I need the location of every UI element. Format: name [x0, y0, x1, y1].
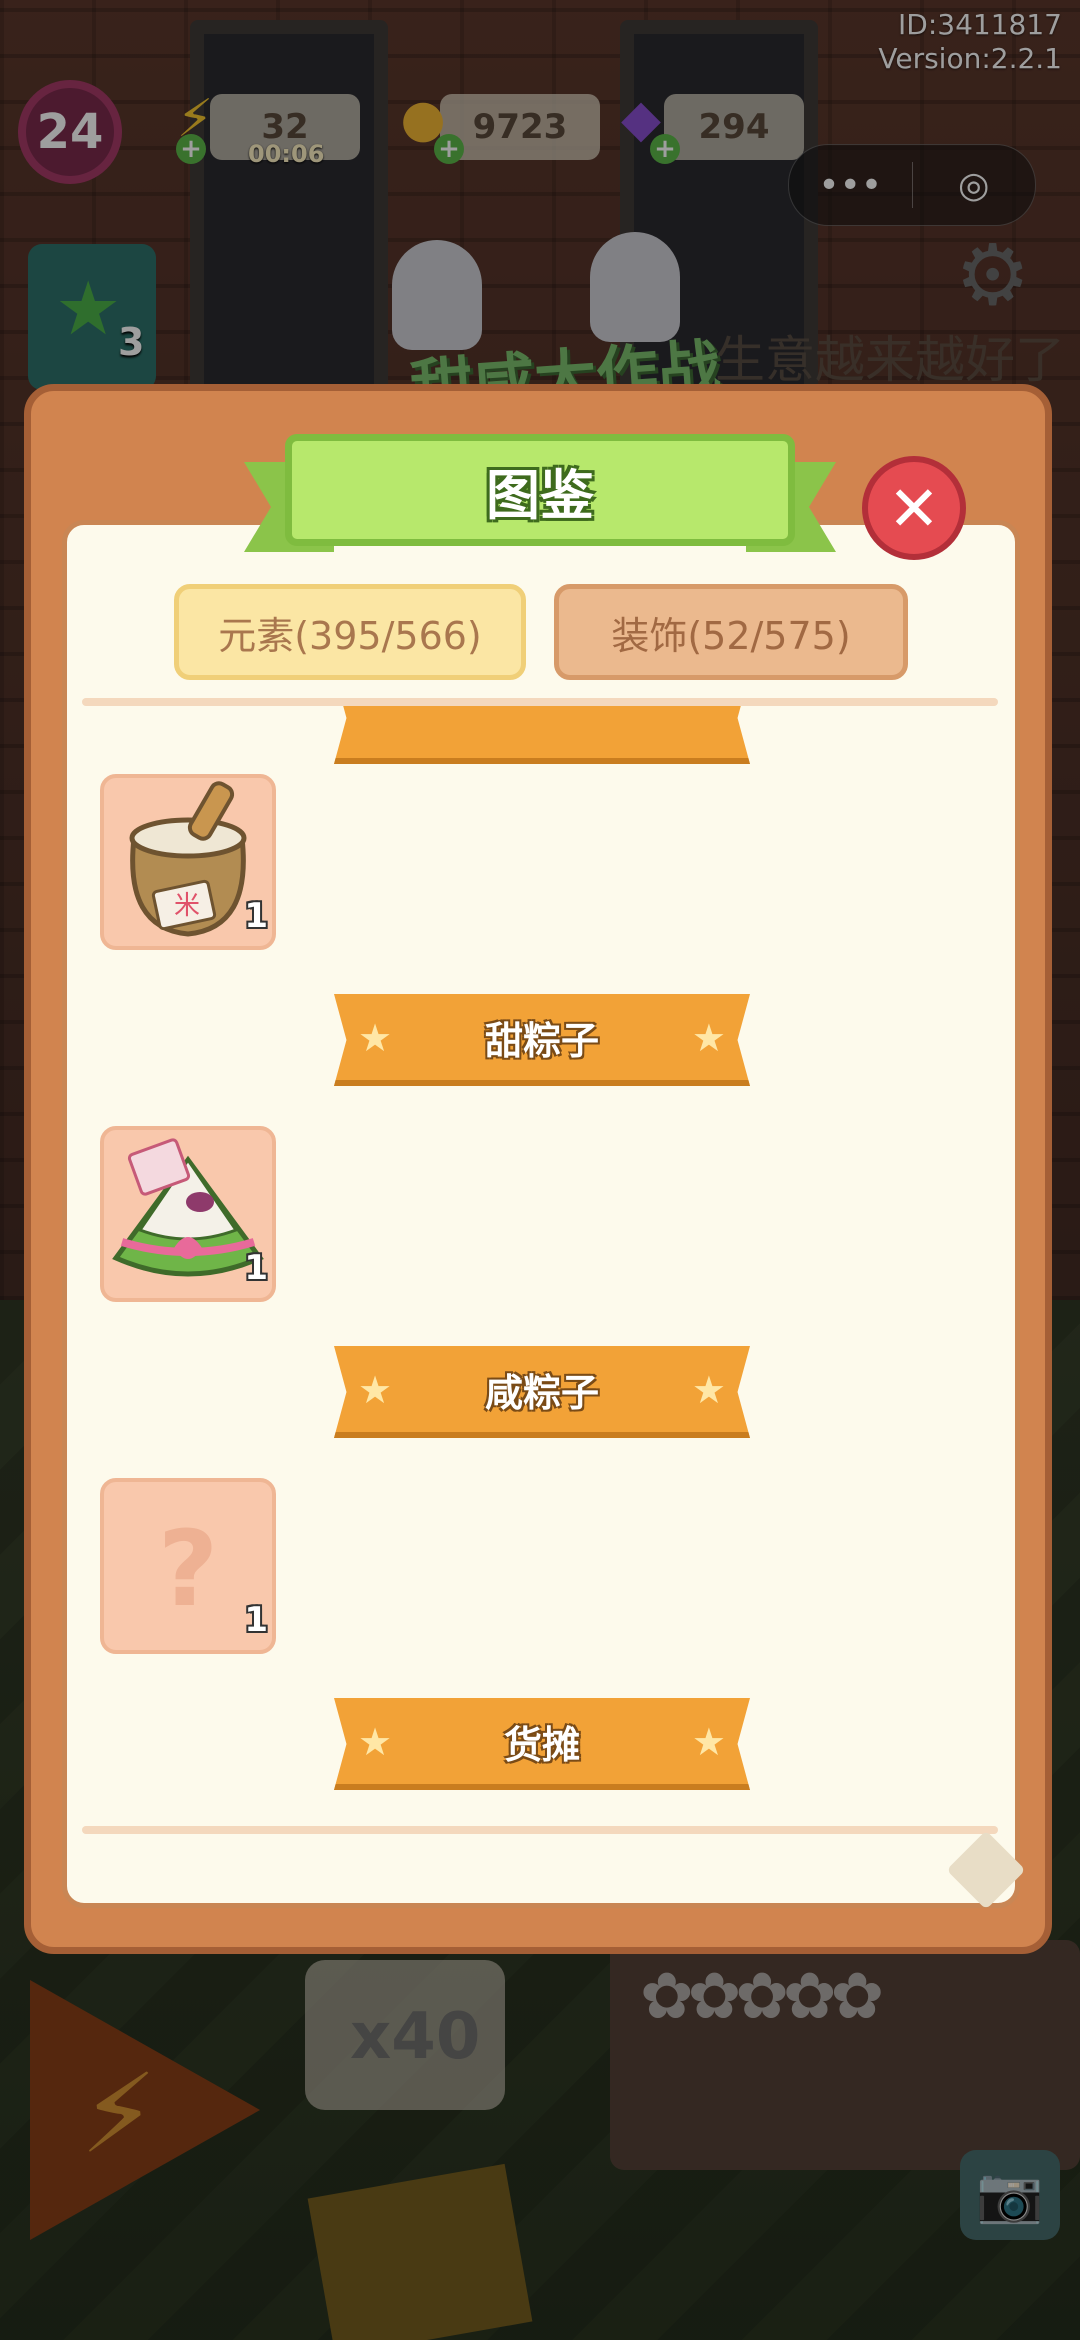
star-icon: ★: [358, 1368, 393, 1412]
star-icon: ★: [358, 1720, 393, 1764]
item-count: 1: [244, 1600, 268, 1640]
list-bottom-divider: [82, 1826, 998, 1834]
close-button[interactable]: ✕: [862, 456, 966, 560]
tab-decorations[interactable]: 装饰(52/575): [554, 584, 908, 680]
entry-ribbon-stall: ★ 货摊 ★: [334, 1698, 750, 1790]
star-icon: ★: [358, 1016, 393, 1060]
star-icon: ★: [691, 1368, 726, 1412]
item-count: 1: [244, 896, 268, 936]
item-card-locked[interactable]: ? 1: [100, 1478, 276, 1654]
entry-ribbon-salty-zongzi: ★ 咸粽子 ★: [334, 1346, 750, 1438]
item-card[interactable]: 米 1: [100, 774, 276, 950]
entry-ribbon: [334, 706, 750, 764]
list-top-divider: [82, 698, 998, 706]
close-icon: ✕: [888, 471, 940, 545]
modal-title: 图鉴: [285, 434, 795, 546]
item-count: 1: [244, 1248, 268, 1288]
star-icon: ★: [691, 1720, 726, 1764]
tab-elements[interactable]: 元素(395/566): [174, 584, 526, 680]
collection-list[interactable]: 米 1 ★ 甜粽子 ★ 1 ★ 咸粽子 ★ ? 1 ★ 货摊 ★: [66, 706, 1016, 1824]
svg-text:米: 米: [174, 891, 200, 921]
item-card[interactable]: 1: [100, 1126, 276, 1302]
entry-ribbon-sweet-zongzi: ★ 甜粽子 ★: [334, 994, 750, 1086]
star-icon: ★: [691, 1016, 726, 1060]
